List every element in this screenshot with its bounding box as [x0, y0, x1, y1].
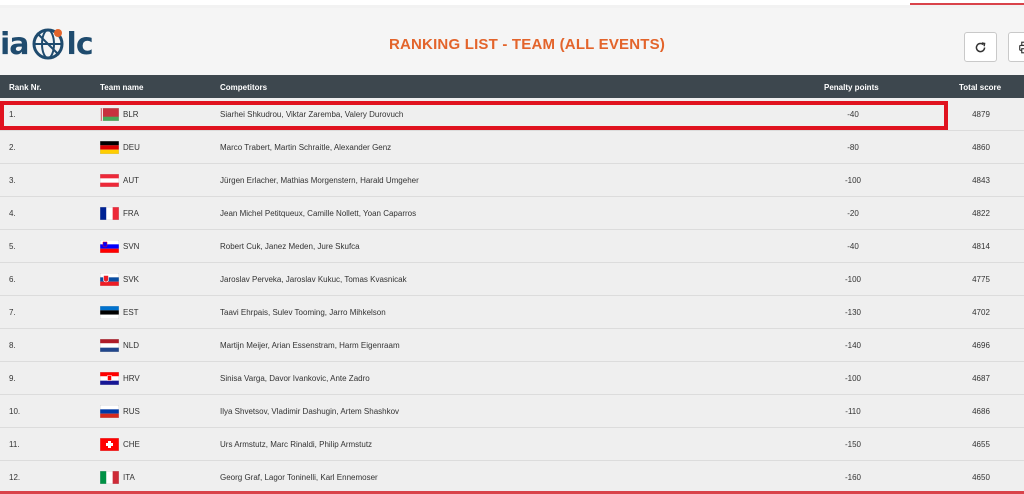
penalty-cell: -80 [847, 143, 859, 152]
flag-icon [100, 306, 119, 319]
flag-icon [100, 438, 119, 451]
rank-cell: 5. [9, 242, 16, 251]
competitors-cell: Jean Michel Petitqueux, Camille Nollett,… [220, 209, 417, 218]
team-code: DEU [123, 143, 140, 152]
rank-cell: 4. [9, 209, 16, 218]
team-code: AUT [123, 176, 139, 185]
flag-icon [100, 240, 119, 253]
team-code: BLR [123, 110, 139, 119]
total-cell: 4655 [972, 440, 990, 449]
page-header: ia lc RANKING LIST - TEAM (ALL EVENTS) [0, 8, 1024, 75]
penalty-cell: -40 [847, 242, 859, 251]
rank-cell: 3. [9, 176, 16, 185]
total-cell: 4702 [972, 308, 990, 317]
rank-cell: 8. [9, 341, 16, 350]
team-code: CHE [123, 440, 140, 449]
rank-cell: 12. [9, 473, 21, 482]
top-accent-line [910, 3, 1024, 5]
flag-icon [100, 405, 119, 418]
penalty-cell: -40 [847, 110, 859, 119]
competitors-cell: Marco Trabert, Martin Schraitle, Alexand… [220, 143, 392, 152]
competitors-cell: Urs Armstutz, Marc Rinaldi, Philip Armst… [220, 440, 373, 449]
team-code: ITA [123, 473, 135, 482]
rank-cell: 1. [9, 110, 16, 119]
page-title: RANKING LIST - TEAM (ALL EVENTS) [388, 36, 666, 53]
flag-icon [100, 273, 119, 286]
table-row[interactable]: 12. ITA Georg Graf, Lagor Toninelli, Kar… [0, 461, 1024, 494]
table-row[interactable]: 5. SVN Robert Cuk, Janez Meden, Jure Sku… [0, 230, 1024, 263]
competitors-cell: Robert Cuk, Janez Meden, Jure Skufca [220, 242, 360, 251]
penalty-cell: -150 [844, 440, 861, 449]
competitors-cell: Sinisa Varga, Davor Ivankovic, Ante Zadr… [220, 374, 370, 383]
refresh-button[interactable] [964, 32, 997, 62]
competitors-cell: Taavi Ehrpais, Sulev Tooming, Jarro Mihk… [220, 308, 386, 317]
total-cell: 4650 [972, 473, 990, 482]
print-button[interactable] [1008, 32, 1024, 62]
competitors-cell: Georg Graf, Lagor Toninelli, Karl Ennemo… [220, 473, 378, 482]
table-row[interactable]: 6. SVK Jaroslav Perveka, Jaroslav Kukuc,… [0, 263, 1024, 296]
flag-icon [100, 141, 119, 154]
flag-icon [100, 207, 119, 220]
table-row[interactable]: 8. NLD Martijn Meijer, Arian Essenstram,… [0, 329, 1024, 362]
column-penalty[interactable]: Penalty points [824, 83, 879, 92]
penalty-cell: -20 [847, 209, 859, 218]
team-code: FRA [123, 209, 139, 218]
ranking-table-body: 1. BLR Siarhei Shkudrou, Viktar Zaremba,… [0, 98, 1024, 494]
flag-icon [100, 471, 119, 484]
total-cell: 4822 [972, 209, 990, 218]
total-cell: 4687 [972, 374, 990, 383]
table-row[interactable]: 9. HRV Sinisa Varga, Davor Ivankovic, An… [0, 362, 1024, 395]
penalty-cell: -100 [844, 275, 861, 284]
table-row[interactable]: 3. AUT Jürgen Erlacher, Mathias Morgenst… [0, 164, 1024, 197]
table-row[interactable]: 1. BLR Siarhei Shkudrou, Viktar Zaremba,… [0, 98, 1024, 131]
column-rank[interactable]: Rank Nr. [9, 83, 41, 92]
penalty-cell: -140 [844, 341, 861, 350]
table-row[interactable]: 10. RUS Ilya Shvetsov, Vladimir Dashugin… [0, 395, 1024, 428]
competitors-cell: Ilya Shvetsov, Vladimir Dashugin, Artem … [220, 407, 400, 416]
rank-cell: 7. [9, 308, 16, 317]
competitors-cell: Jaroslav Perveka, Jaroslav Kukuc, Tomas … [220, 275, 407, 284]
penalty-cell: -100 [844, 374, 861, 383]
total-cell: 4860 [972, 143, 990, 152]
flag-icon [100, 174, 119, 187]
rank-cell: 10. [9, 407, 21, 416]
table-row[interactable]: 7. EST Taavi Ehrpais, Sulev Tooming, Jar… [0, 296, 1024, 329]
team-code: NLD [123, 341, 140, 350]
penalty-cell: -160 [844, 473, 861, 482]
flag-icon [100, 108, 119, 121]
column-total[interactable]: Total score [959, 83, 1001, 92]
team-code: RUS [123, 407, 140, 416]
competitors-cell: Siarhei Shkudrou, Viktar Zaremba, Valery… [220, 110, 404, 119]
table-row[interactable]: 4. FRA Jean Michel Petitqueux, Camille N… [0, 197, 1024, 230]
total-cell: 4879 [972, 110, 990, 119]
team-code: SVN [123, 242, 140, 251]
print-icon [1018, 41, 1024, 53]
flag-icon [100, 372, 119, 385]
total-cell: 4814 [972, 242, 990, 251]
penalty-cell: -110 [845, 407, 861, 416]
competitors-cell: Jürgen Erlacher, Mathias Morgenstern, Ha… [220, 176, 419, 185]
table-header: Rank Nr. Team name Competitors Penalty p… [0, 75, 1024, 98]
competitors-cell: Martijn Meijer, Arian Essenstram, Harm E… [220, 341, 400, 350]
refresh-icon [975, 41, 986, 52]
table-row[interactable]: 2. DEU Marco Trabert, Martin Schraitle, … [0, 131, 1024, 164]
penalty-cell: -100 [844, 176, 861, 185]
total-cell: 4843 [972, 176, 990, 185]
table-row[interactable]: 11. CHE Urs Armstutz, Marc Rinaldi, Phil… [0, 428, 1024, 461]
total-cell: 4775 [972, 275, 990, 284]
team-code: EST [123, 308, 139, 317]
column-competitors[interactable]: Competitors [220, 83, 267, 92]
total-cell: 4686 [972, 407, 990, 416]
rank-cell: 2. [9, 143, 16, 152]
column-team[interactable]: Team name [100, 83, 143, 92]
top-bar [0, 0, 1024, 5]
penalty-cell: -130 [844, 308, 861, 317]
rank-cell: 6. [9, 275, 16, 284]
team-code: HRV [123, 374, 140, 383]
total-cell: 4696 [972, 341, 990, 350]
flag-icon [100, 339, 119, 352]
rank-cell: 9. [9, 374, 16, 383]
rank-cell: 11. [9, 440, 20, 449]
team-code: SVK [123, 275, 140, 284]
